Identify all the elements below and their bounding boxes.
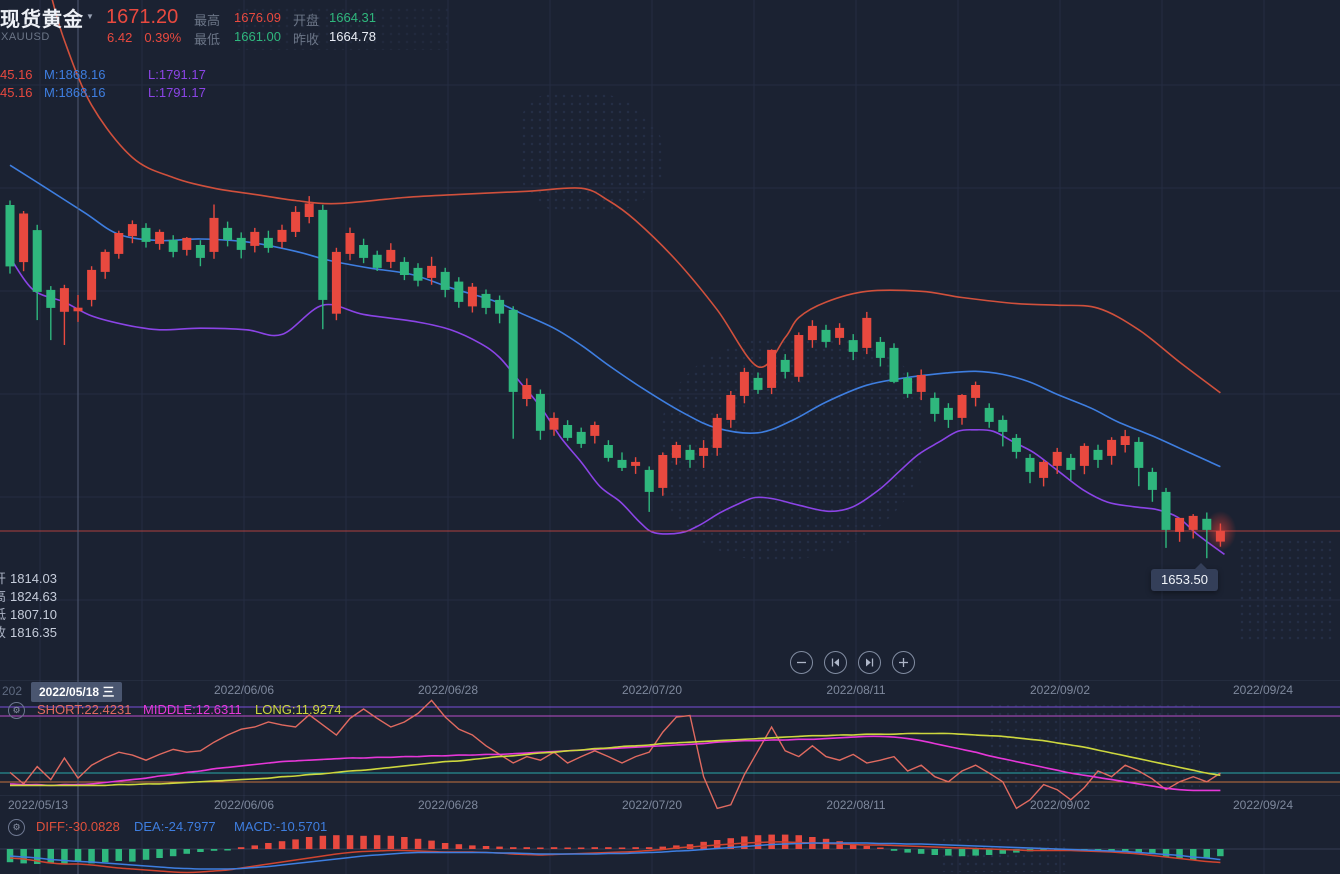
stat-value-open: 1664.31: [329, 10, 376, 25]
osc-middle-label: MIDDLE:12.6311: [143, 702, 242, 717]
zoom-in-button[interactable]: [892, 651, 915, 674]
zoom-out-button[interactable]: [790, 651, 813, 674]
date-tick: 2022/06/06: [214, 798, 274, 812]
date-axis-sub: 2022/05/13 2022/06/06 2022/06/28 2022/07/20…: [0, 795, 1340, 814]
date-tick: 2022/06/28: [418, 798, 478, 812]
chart-svg[interactable]: [0, 0, 1340, 874]
chart-canvas[interactable]: [0, 0, 1340, 874]
stat-value-high: 1676.09: [234, 10, 281, 25]
tooltip-arrow: [1195, 563, 1207, 569]
date-tick: 2022/09/02: [1030, 683, 1090, 697]
symbol-selector[interactable]: 现货黄金: [0, 3, 84, 32]
ohlc-label: 开: [0, 571, 6, 586]
boll-mid-value: M:1868.16: [44, 67, 105, 82]
chart-nav: [790, 651, 915, 674]
boll-row: 45.16 M:1868.16 L:1791.17: [0, 85, 300, 100]
low-price-tooltip: 1653.50: [1151, 569, 1218, 591]
ohlc-row: 开 1814.03: [0, 570, 57, 588]
macd-macd-label: MACD:-10.5701: [234, 819, 327, 834]
crosshair-date-label: 2022/05/18 三: [31, 682, 122, 702]
boll-mid-value: M:1868.16: [44, 85, 105, 100]
chevron-down-icon[interactable]: ▼: [86, 12, 94, 21]
ohlc-value: 1824.63: [10, 589, 57, 604]
gear-icon[interactable]: ⚙: [8, 819, 25, 836]
osc-long-label: LONG:11.9274: [255, 702, 341, 717]
stat-label-prevclose: 昨收: [293, 29, 319, 48]
step-start-button[interactable]: [824, 651, 847, 674]
minus-icon: [796, 657, 807, 668]
boll-lower-value: L:1791.17: [148, 67, 206, 82]
price-change-pct: 0.39%: [144, 30, 181, 45]
skip-end-icon: [864, 657, 875, 668]
boll-upper-value: 45.16: [0, 67, 33, 82]
date-axis-main: 202 2022/05/18 三 2022/06/06 2022/06/28 202…: [0, 680, 1340, 700]
stat-label-low: 最低: [194, 29, 220, 48]
ohlc-value: 1816.35: [10, 625, 57, 640]
boll-lower-value: L:1791.17: [148, 85, 206, 100]
stat-label-open: 开盘: [293, 10, 319, 29]
stat-value-low: 1661.00: [234, 29, 281, 44]
stat-value-prevclose: 1664.78: [329, 29, 376, 44]
date-tick: 2022/06/06: [214, 683, 274, 697]
date-tick: 2022/05/13: [8, 798, 68, 812]
ohlc-row: 收 1816.35: [0, 624, 57, 642]
date-tick: 2022/06/28: [418, 683, 478, 697]
date-tick-partial: 202: [2, 684, 22, 698]
price-change: 6.42: [107, 30, 132, 45]
boll-row: 45.16 M:1868.16 L:1791.17: [0, 67, 300, 82]
step-end-button[interactable]: [858, 651, 881, 674]
ohlc-readout: 开 1814.03 高 1824.63 低 1807.10 收 1816.35: [0, 570, 57, 642]
ohlc-label: 低: [0, 607, 6, 622]
ohlc-value: 1814.03: [10, 571, 57, 586]
date-tick: 2022/09/24: [1233, 683, 1293, 697]
date-tick: 2022/08/11: [826, 683, 885, 697]
boll-upper-value: 45.16: [0, 85, 33, 100]
last-price: 1671.20: [106, 6, 178, 29]
gear-icon[interactable]: ⚙: [8, 702, 25, 719]
macd-header: ⚙ DIFF:-30.0828 DEA:-24.7977 MACD:-10.57…: [0, 819, 480, 835]
date-tick: 2022/09/02: [1030, 798, 1090, 812]
ohlc-value: 1807.10: [10, 607, 57, 622]
ohlc-row: 高 1824.63: [0, 588, 57, 606]
osc-short-label: SHORT:22.4231: [37, 702, 131, 717]
plus-icon: [898, 657, 909, 668]
stat-label-high: 最高: [194, 10, 220, 29]
ohlc-label: 高: [0, 589, 6, 604]
symbol-code: XAUUSD: [1, 31, 50, 43]
macd-dea-label: DEA:-24.7977: [134, 819, 216, 834]
date-tick: 2022/09/24: [1233, 798, 1293, 812]
ohlc-row: 低 1807.10: [0, 606, 57, 624]
date-tick: 2022/08/11: [826, 798, 885, 812]
ohlc-label: 收: [0, 625, 6, 640]
macd-diff-label: DIFF:-30.0828: [36, 819, 120, 834]
date-tick: 2022/07/20: [622, 798, 682, 812]
tooltip-value: 1653.50: [1161, 572, 1208, 587]
oscillator-header: ⚙ SHORT:22.4231 MIDDLE:12.6311 LONG:11.9…: [0, 702, 480, 718]
skip-start-icon: [830, 657, 841, 668]
trading-app: 现货黄金 ▼ XAUUSD 1671.20 6.42 0.39% 最高 1676.…: [0, 0, 1340, 874]
date-tick: 2022/07/20: [622, 683, 682, 697]
